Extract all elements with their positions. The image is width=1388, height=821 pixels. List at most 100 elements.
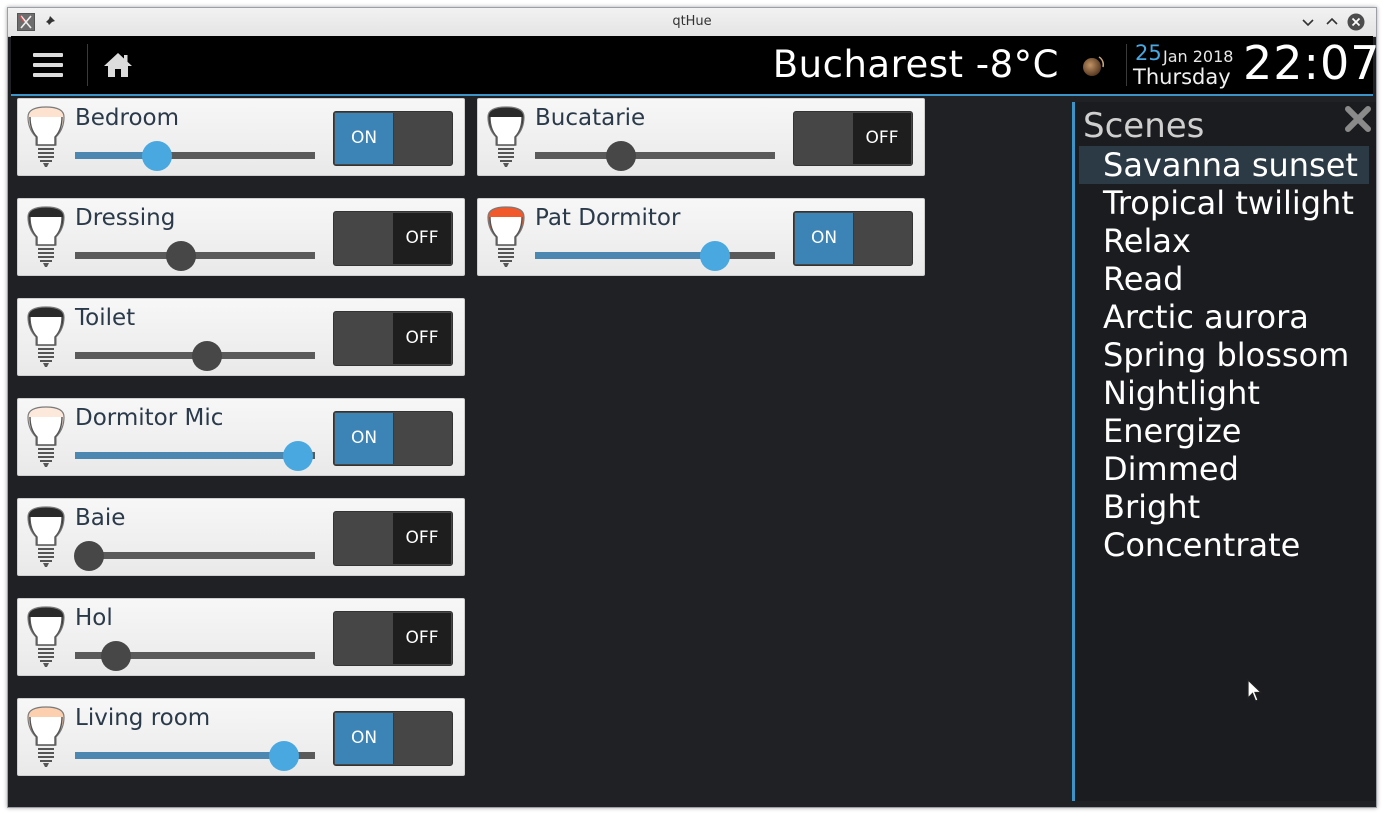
app-content: Bucharest -8°C 25 Jan 2018 Thursday 22:0…	[11, 36, 1380, 805]
light-name: Dormitor Mic	[75, 405, 224, 431]
window-titlebar[interactable]: qtHue	[8, 8, 1376, 37]
light-card: Dormitor Mic ON	[17, 398, 465, 476]
scene-item[interactable]: Nightlight	[1079, 374, 1369, 412]
light-card: Dressing OFF	[17, 198, 465, 276]
light-bulb-icon	[26, 405, 66, 469]
light-name: Hol	[75, 605, 113, 631]
scenes-heading: Scenes	[1083, 106, 1205, 146]
power-toggle[interactable]: ON	[333, 411, 453, 466]
brightness-slider[interactable]	[75, 141, 315, 171]
scene-item[interactable]: Energize	[1079, 412, 1369, 450]
brightness-slider[interactable]	[75, 441, 315, 471]
slider-handle[interactable]	[141, 141, 172, 171]
light-card: Living room ON	[17, 698, 465, 776]
divider	[87, 44, 88, 86]
toggle-left	[335, 213, 393, 264]
brightness-slider[interactable]	[75, 741, 315, 771]
slider-fill	[535, 252, 715, 259]
light-name: Toilet	[75, 305, 136, 331]
power-toggle[interactable]: ON	[793, 211, 913, 266]
light-name: Baie	[75, 505, 126, 531]
toggle-right	[393, 113, 451, 164]
light-name: Bucatarie	[535, 105, 646, 131]
slider-handle[interactable]	[606, 141, 637, 171]
date-weekday: Thursday	[1133, 65, 1231, 89]
brightness-slider[interactable]	[75, 241, 315, 271]
scene-item[interactable]: Tropical twilight	[1079, 184, 1369, 222]
light-card: Bedroom ON	[17, 98, 465, 176]
toggle-left	[795, 113, 853, 164]
brightness-slider[interactable]	[535, 241, 775, 271]
power-toggle[interactable]: OFF	[333, 311, 453, 366]
app-window: qtHue Bucharest -8°C 25 Jan 2018 Thursda…	[7, 7, 1380, 808]
mouse-cursor-icon	[1247, 678, 1263, 703]
toggle-right: OFF	[393, 313, 451, 364]
toggle-left: ON	[335, 113, 393, 164]
brightness-slider[interactable]	[535, 141, 775, 171]
slider-handle[interactable]	[165, 241, 196, 271]
clock: 22:07	[1243, 36, 1381, 90]
power-toggle[interactable]: OFF	[333, 511, 453, 566]
maximize-button[interactable]	[1323, 13, 1341, 31]
toggle-right: OFF	[393, 213, 451, 264]
weather-label: Bucharest -8°C	[772, 43, 1059, 86]
light-name: Dressing	[75, 205, 176, 231]
scene-list: Savanna sunset Tropical twilight Relax Read…	[1079, 146, 1369, 564]
toggle-right	[393, 413, 451, 464]
divider	[1126, 44, 1127, 86]
brightness-slider[interactable]	[75, 341, 315, 371]
date-display: 25 Jan 2018 Thursday	[1133, 40, 1243, 90]
slider-fill	[75, 752, 284, 759]
light-bulb-icon	[26, 105, 66, 169]
toggle-left	[335, 313, 393, 364]
light-card: Baie OFF	[17, 498, 465, 576]
light-bulb-icon	[486, 205, 526, 269]
slider-fill	[75, 452, 299, 459]
close-icon[interactable]	[1343, 104, 1373, 134]
light-name: Living room	[75, 705, 211, 731]
toggle-right	[393, 713, 451, 764]
scene-item[interactable]: Arctic aurora	[1079, 298, 1369, 336]
brightness-slider[interactable]	[75, 641, 315, 671]
scene-item[interactable]: Dimmed	[1079, 450, 1369, 488]
brightness-slider[interactable]	[74, 541, 315, 571]
power-toggle[interactable]: OFF	[333, 611, 453, 666]
toggle-right	[853, 213, 911, 264]
toggle-right: OFF	[393, 613, 451, 664]
date-month-year: Jan 2018	[1163, 47, 1234, 66]
slider-handle[interactable]	[74, 541, 105, 571]
light-name: Bedroom	[75, 105, 180, 131]
close-window-button[interactable]	[1347, 13, 1365, 31]
scenes-panel: Scenes Savanna sunset Tropical twilight Re…	[1072, 102, 1376, 801]
slider-handle[interactable]	[192, 341, 222, 371]
scene-item[interactable]: Read	[1079, 260, 1369, 298]
scene-item[interactable]: Savanna sunset	[1079, 146, 1369, 184]
home-icon[interactable]	[101, 50, 135, 80]
power-toggle[interactable]: OFF	[333, 211, 453, 266]
toggle-left	[335, 613, 393, 664]
light-name: Pat Dormitor	[535, 205, 681, 231]
slider-handle[interactable]	[283, 441, 314, 471]
slider-handle[interactable]	[268, 741, 299, 771]
toggle-right: OFF	[853, 113, 911, 164]
toggle-left	[335, 513, 393, 564]
scene-item[interactable]: Concentrate	[1079, 526, 1369, 564]
toggle-left: ON	[795, 213, 853, 264]
moon-phase-icon	[1081, 54, 1105, 78]
scene-item[interactable]: Spring blossom	[1079, 336, 1369, 374]
slider-handle[interactable]	[700, 241, 730, 271]
top-bar: Bucharest -8°C 25 Jan 2018 Thursday 22:0…	[11, 36, 1380, 96]
scene-item[interactable]: Bright	[1079, 488, 1369, 526]
scene-item[interactable]: Relax	[1079, 222, 1369, 260]
light-card: Bucatarie OFF	[477, 98, 925, 176]
power-toggle[interactable]: ON	[333, 111, 453, 166]
power-toggle[interactable]: OFF	[793, 111, 913, 166]
window-title: qtHue	[672, 14, 712, 29]
toggle-left: ON	[335, 413, 393, 464]
minimize-button[interactable]	[1299, 13, 1317, 31]
hamburger-menu-icon[interactable]	[31, 50, 67, 80]
power-toggle[interactable]: ON	[333, 711, 453, 766]
toggle-right: OFF	[393, 513, 451, 564]
slider-handle[interactable]	[100, 641, 131, 671]
toggle-left: ON	[335, 713, 393, 764]
